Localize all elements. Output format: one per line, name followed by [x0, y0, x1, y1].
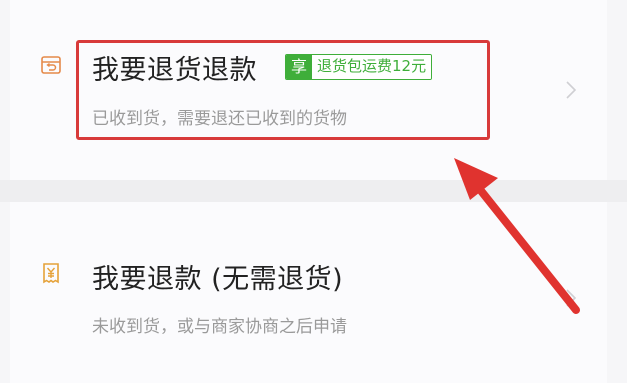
return-box-icon [40, 54, 62, 76]
refund-options-screen: 我要退货退款 享 退货包运费12元 已收到货，需要退还已收到的货物 我要退款 (… [0, 0, 627, 383]
option-title: 我要退货退款 [92, 55, 257, 86]
yen-receipt-icon [40, 262, 62, 284]
chevron-right-icon [566, 81, 577, 99]
option-title: 我要退款 (无需退货) [92, 264, 344, 295]
option-refund-only[interactable]: 我要退款 (无需退货) 未收到货，或与商家协商之后申请 [10, 202, 607, 383]
chevron-right-icon [566, 289, 577, 307]
badge-text: 退货包运费12元 [312, 55, 432, 79]
option-return-and-refund[interactable]: 我要退货退款 享 退货包运费12元 已收到货，需要退还已收到的货物 [10, 0, 607, 180]
badge-tag: 享 [286, 55, 313, 79]
option-subtitle: 未收到货，或与商家协商之后申请 [92, 317, 347, 337]
section-divider [0, 180, 627, 202]
option-subtitle: 已收到货，需要退还已收到的货物 [92, 109, 347, 129]
shipping-subsidy-badge: 享 退货包运费12元 [285, 54, 433, 80]
